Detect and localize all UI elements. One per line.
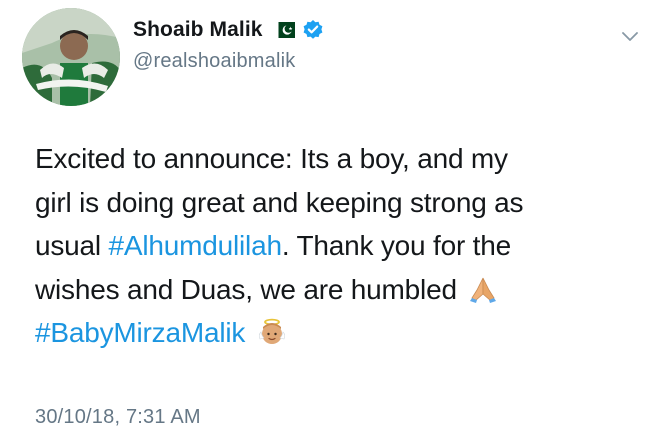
profile-avatar[interactable] bbox=[22, 8, 120, 106]
tweet-header: Shoaib Malik @realshoaibmalik bbox=[133, 14, 603, 84]
tweet-line-1: Excited to announce: Its a boy, and my bbox=[35, 137, 655, 181]
baby-angel-emoji-icon bbox=[257, 316, 287, 346]
hashtag-babymirzamalik-link[interactable]: #BabyMirzaMalik bbox=[35, 317, 245, 348]
tweet-body: Excited to announce: Its a boy, and my g… bbox=[35, 137, 655, 355]
tweet-line-2: girl is doing great and keeping strong a… bbox=[35, 181, 655, 225]
avatar-image bbox=[22, 8, 120, 106]
display-name[interactable]: Shoaib Malik bbox=[133, 18, 263, 42]
tweet-line-5: #BabyMirzaMalik bbox=[35, 311, 655, 355]
tweet-text-segment: usual bbox=[35, 230, 109, 261]
tweet-text-segment: Excited to announce: Its a boy, and my bbox=[35, 143, 508, 174]
tweet-text-segment: wishes and Duas, we are humbled bbox=[35, 273, 457, 305]
hashtag-alhumdulilah-link[interactable]: #Alhumdulilah bbox=[109, 230, 282, 261]
name-row: Shoaib Malik bbox=[133, 14, 603, 46]
tweet-card: Shoaib Malik @realshoaibmalik Excited to… bbox=[0, 0, 670, 445]
folded-hands-emoji-icon bbox=[468, 273, 498, 303]
tweet-text-segment: girl is doing great and keeping strong a… bbox=[35, 186, 524, 218]
tweet-text-segment: . Thank you for the bbox=[281, 230, 511, 261]
verified-badge-icon bbox=[302, 19, 324, 41]
tweet-line-4: wishes and Duas, we are humbled bbox=[35, 268, 655, 312]
chevron-down-icon[interactable] bbox=[618, 24, 642, 48]
tweet-line-3: usual #Alhumdulilah. Thank you for the bbox=[35, 224, 655, 268]
tweet-timestamp[interactable]: 30/10/18, 7:31 AM bbox=[35, 406, 201, 429]
user-handle[interactable]: @realshoaibmalik bbox=[133, 50, 603, 73]
pakistan-flag-icon bbox=[272, 22, 295, 38]
